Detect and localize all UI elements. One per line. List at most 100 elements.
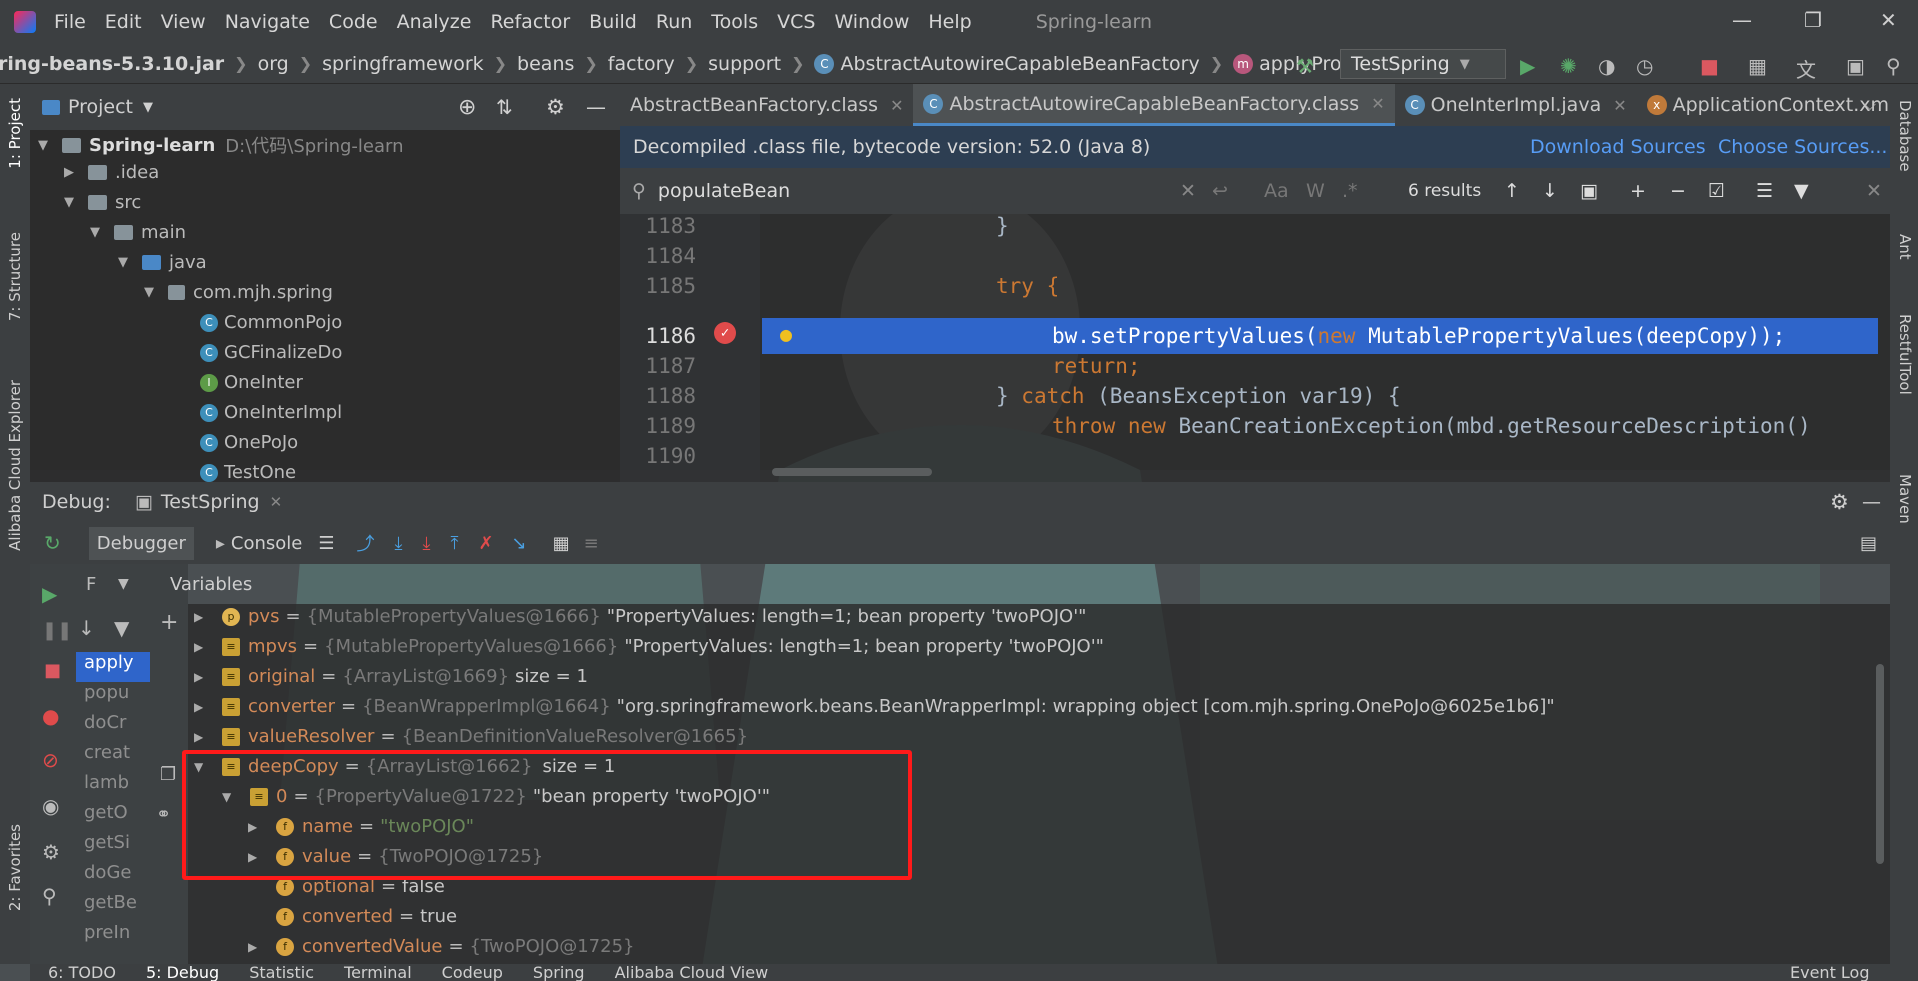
- close-window-icon[interactable]: ✕: [1880, 8, 1897, 32]
- collapsed-arrow-icon[interactable]: ▶: [194, 610, 208, 624]
- menu-edit[interactable]: Edit: [105, 11, 142, 33]
- frame-item[interactable]: creat: [76, 742, 150, 772]
- select-all-icon[interactable]: ☑: [1708, 180, 1725, 202]
- variable-row[interactable]: f converted = true: [276, 906, 457, 927]
- close-tab-icon[interactable]: ✕: [1613, 96, 1626, 115]
- project-structure-icon[interactable]: ▦: [1748, 54, 1767, 78]
- resume-icon[interactable]: ▶: [42, 582, 57, 606]
- project-view-label[interactable]: Project: [68, 96, 133, 118]
- lightbulb-icon[interactable]: ●: [780, 322, 792, 346]
- settings-gear-icon[interactable]: ⚙: [546, 95, 565, 119]
- run-configuration-select[interactable]: TestSpring ▼: [1340, 49, 1506, 79]
- search-query[interactable]: populateBean: [658, 180, 790, 202]
- tab-abstract-bean-factory[interactable]: AbstractBeanFactory.class ✕: [620, 84, 913, 126]
- minimize-icon[interactable]: —: [1732, 8, 1752, 32]
- step-into-icon[interactable]: ⤓: [423, 533, 431, 554]
- whole-words-toggle[interactable]: W: [1306, 180, 1325, 202]
- menu-view[interactable]: View: [161, 11, 206, 33]
- variable-row[interactable]: ▶ p pvs = {MutablePropertyValues@1666} "…: [194, 606, 1086, 627]
- code-editor[interactable]: 1183 1184 1185 1186 1187 1188 1189 1190 …: [620, 214, 1890, 482]
- collapsed-arrow-icon[interactable]: ▶: [248, 940, 262, 954]
- rerun-icon[interactable]: ↻: [44, 531, 61, 555]
- vertical-scrollbar[interactable]: [1876, 664, 1884, 864]
- tree-node-main[interactable]: ▼ main: [90, 222, 186, 243]
- menu-refactor[interactable]: Refactor: [490, 11, 570, 33]
- close-session-icon[interactable]: ✕: [270, 493, 283, 511]
- camera-icon[interactable]: ◉: [42, 794, 59, 818]
- tree-node-class[interactable]: C OneInterImpl: [200, 402, 342, 423]
- trace-icon[interactable]: ≡: [584, 533, 599, 554]
- view-breakpoints-icon[interactable]: ●: [42, 704, 59, 728]
- run-icon[interactable]: ▶: [1520, 54, 1535, 78]
- breadcrumb-class[interactable]: AbstractAutowireCapableBeanFactory: [840, 53, 1199, 75]
- mute-breakpoints-icon[interactable]: ⊘: [42, 748, 59, 772]
- variable-row[interactable]: ▶ ≡ mpvs = {MutablePropertyValues@1666} …: [194, 636, 1104, 657]
- breakpoint-icon[interactable]: ✓: [714, 322, 736, 344]
- tree-node-root[interactable]: ▼ Spring-learn D:\代码\Spring-learn: [38, 132, 404, 158]
- breadcrumb-springframework[interactable]: springframework: [322, 53, 483, 75]
- tree-node-src[interactable]: ▼ src: [64, 192, 141, 213]
- frame-item[interactable]: getSi: [76, 832, 150, 862]
- menu-window[interactable]: Window: [834, 11, 909, 33]
- collapsed-arrow-icon[interactable]: ▶: [194, 700, 208, 714]
- frame-item[interactable]: getBe: [76, 892, 150, 922]
- menu-vcs[interactable]: VCS: [777, 11, 815, 33]
- add-occurrence-icon[interactable]: +: [1630, 180, 1646, 202]
- frame-item[interactable]: getO: [76, 802, 150, 832]
- frames-filter[interactable]: F: [86, 574, 96, 595]
- down-arrow-icon[interactable]: ↓: [78, 616, 95, 640]
- close-find-icon[interactable]: ✕: [1866, 180, 1882, 202]
- variable-row[interactable]: ▶ ≡ converter = {BeanWrapperImpl@1664} "…: [194, 696, 1555, 717]
- new-watch-icon[interactable]: +: [160, 610, 178, 635]
- frame-item[interactable]: preIn: [76, 922, 150, 952]
- menu-build[interactable]: Build: [589, 11, 637, 33]
- tool-window-alibaba-explorer[interactable]: Alibaba Cloud Explorer: [6, 380, 24, 551]
- tool-window-database[interactable]: Database: [1896, 100, 1914, 172]
- coverage-icon[interactable]: ◑: [1598, 54, 1615, 78]
- drop-frame-icon[interactable]: ✗: [478, 533, 493, 554]
- history-icon[interactable]: ↩: [1212, 180, 1228, 202]
- menu-analyze[interactable]: Analyze: [397, 11, 472, 33]
- breadcrumb-support[interactable]: support: [708, 53, 781, 75]
- tool-window-ant[interactable]: Ant: [1896, 234, 1914, 260]
- profile-icon[interactable]: ◷: [1636, 54, 1653, 78]
- breadcrumb-factory[interactable]: factory: [608, 53, 675, 75]
- frame-item[interactable]: popu: [76, 682, 150, 712]
- search-everywhere-icon[interactable]: ⚲: [1886, 54, 1901, 78]
- tool-window-favorites[interactable]: 2: Favorites: [6, 824, 24, 911]
- tool-debug[interactable]: 5: Debug: [146, 964, 219, 981]
- pause-icon[interactable]: ❚❚: [42, 620, 72, 641]
- tree-node-class[interactable]: C TestOne: [200, 462, 296, 482]
- tool-alibaba-cloud-view[interactable]: Alibaba Cloud View: [615, 964, 769, 981]
- tree-node-class[interactable]: C GCFinalizeDo: [200, 342, 342, 363]
- tool-window-restfultool[interactable]: RestfulTool: [1896, 314, 1914, 395]
- frame-item[interactable]: apply: [76, 652, 150, 682]
- presentation-icon[interactable]: ▣: [1846, 54, 1865, 78]
- tab-abstract-autowire-capable-bean-factory[interactable]: C AbstractAutowireCapableBeanFactory.cla…: [913, 84, 1395, 126]
- pin-icon[interactable]: ⚲: [42, 884, 57, 908]
- previous-occurrence-icon[interactable]: ↑: [1504, 180, 1520, 202]
- funnel-filter-icon[interactable]: ▼: [1794, 180, 1809, 202]
- frame-item[interactable]: lamb: [76, 772, 150, 802]
- menu-navigate[interactable]: Navigate: [225, 11, 310, 33]
- debug-session-tab[interactable]: TestSpring: [161, 491, 260, 513]
- hide-panel-icon[interactable]: —: [586, 95, 606, 119]
- choose-sources-link[interactable]: Choose Sources...: [1718, 136, 1887, 158]
- tool-window-maven[interactable]: Maven: [1896, 474, 1914, 524]
- breadcrumb-jar[interactable]: ring-beans-5.3.10.jar: [0, 53, 224, 75]
- tab-one-inter-impl[interactable]: C OneInterImpl.java ✕: [1395, 84, 1637, 126]
- tool-codeup[interactable]: Codeup: [442, 964, 503, 981]
- tool-window-project[interactable]: 1: Project: [6, 98, 24, 169]
- tool-spring[interactable]: Spring: [533, 964, 585, 981]
- breadcrumb-beans[interactable]: beans: [517, 53, 574, 75]
- tree-node-package[interactable]: ▼ com.mjh.spring: [144, 282, 333, 303]
- settings-gear-icon[interactable]: ⚙: [1830, 490, 1849, 514]
- tool-statistic[interactable]: Statistic: [249, 964, 314, 981]
- clear-search-icon[interactable]: ✕: [1180, 180, 1196, 202]
- tree-node-class[interactable]: C CommonPojo: [200, 312, 342, 333]
- tree-node-java[interactable]: ▼ java: [118, 252, 207, 273]
- hide-panel-icon[interactable]: —: [1862, 491, 1881, 513]
- stop-icon[interactable]: ■: [1700, 54, 1719, 78]
- menu-help[interactable]: Help: [928, 11, 971, 33]
- translate-icon[interactable]: 文: [1796, 54, 1816, 83]
